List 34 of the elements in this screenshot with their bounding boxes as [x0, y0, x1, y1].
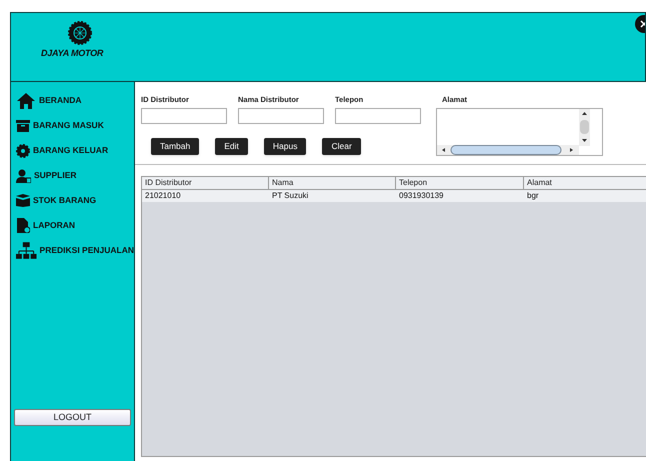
document-icon — [16, 218, 30, 233]
input-field[interactable] — [238, 108, 324, 124]
table-cell-text: 0931930139 — [398, 190, 444, 202]
action-button[interactable]: Tambah — [151, 138, 200, 155]
column-header[interactable]: Nama — [269, 177, 396, 189]
sidebar-item[interactable]: PREDIKSI PENJUALAN — [40, 244, 134, 257]
logo-text: DJAYA MOTOR — [41, 47, 104, 60]
input-field[interactable] — [335, 108, 421, 124]
sidebar-item[interactable]: LAPORAN — [33, 219, 76, 232]
hierarchy-icon — [16, 242, 37, 260]
vertical-scrollbar[interactable] — [579, 109, 590, 146]
table-cell-text: PT Suzuki — [271, 190, 310, 202]
column-header[interactable]: ID Distributor — [142, 177, 269, 189]
box-icon — [16, 120, 30, 132]
sidebar-item[interactable]: STOK BARANG — [33, 194, 96, 207]
column-header[interactable]: Alamat — [524, 177, 646, 189]
sidebar-item[interactable]: BARANG KELUAR — [33, 144, 108, 157]
sidebar-item[interactable]: BARANG MASUK — [33, 119, 104, 132]
house-icon — [16, 92, 36, 110]
table-cell-text: 21021010 — [144, 190, 182, 202]
boxes-icon — [16, 194, 30, 207]
sidebar-item[interactable]: SUPPLIER — [34, 169, 77, 182]
action-button[interactable]: Edit — [215, 138, 248, 155]
column-header[interactable]: Telepon — [396, 177, 524, 189]
gear-icon — [16, 144, 30, 158]
logout-button[interactable]: LOGOUT — [14, 409, 131, 426]
horizontal-scrollbar[interactable] — [437, 145, 579, 155]
table-cell-text: bgr — [526, 190, 540, 202]
input-field[interactable] — [141, 108, 227, 124]
gear-logo-icon — [68, 21, 92, 45]
sidebar-item[interactable]: BERANDA — [39, 94, 82, 107]
person-icon — [16, 168, 31, 182]
action-button[interactable]: Clear — [322, 138, 361, 155]
action-button[interactable]: Hapus — [264, 138, 306, 155]
